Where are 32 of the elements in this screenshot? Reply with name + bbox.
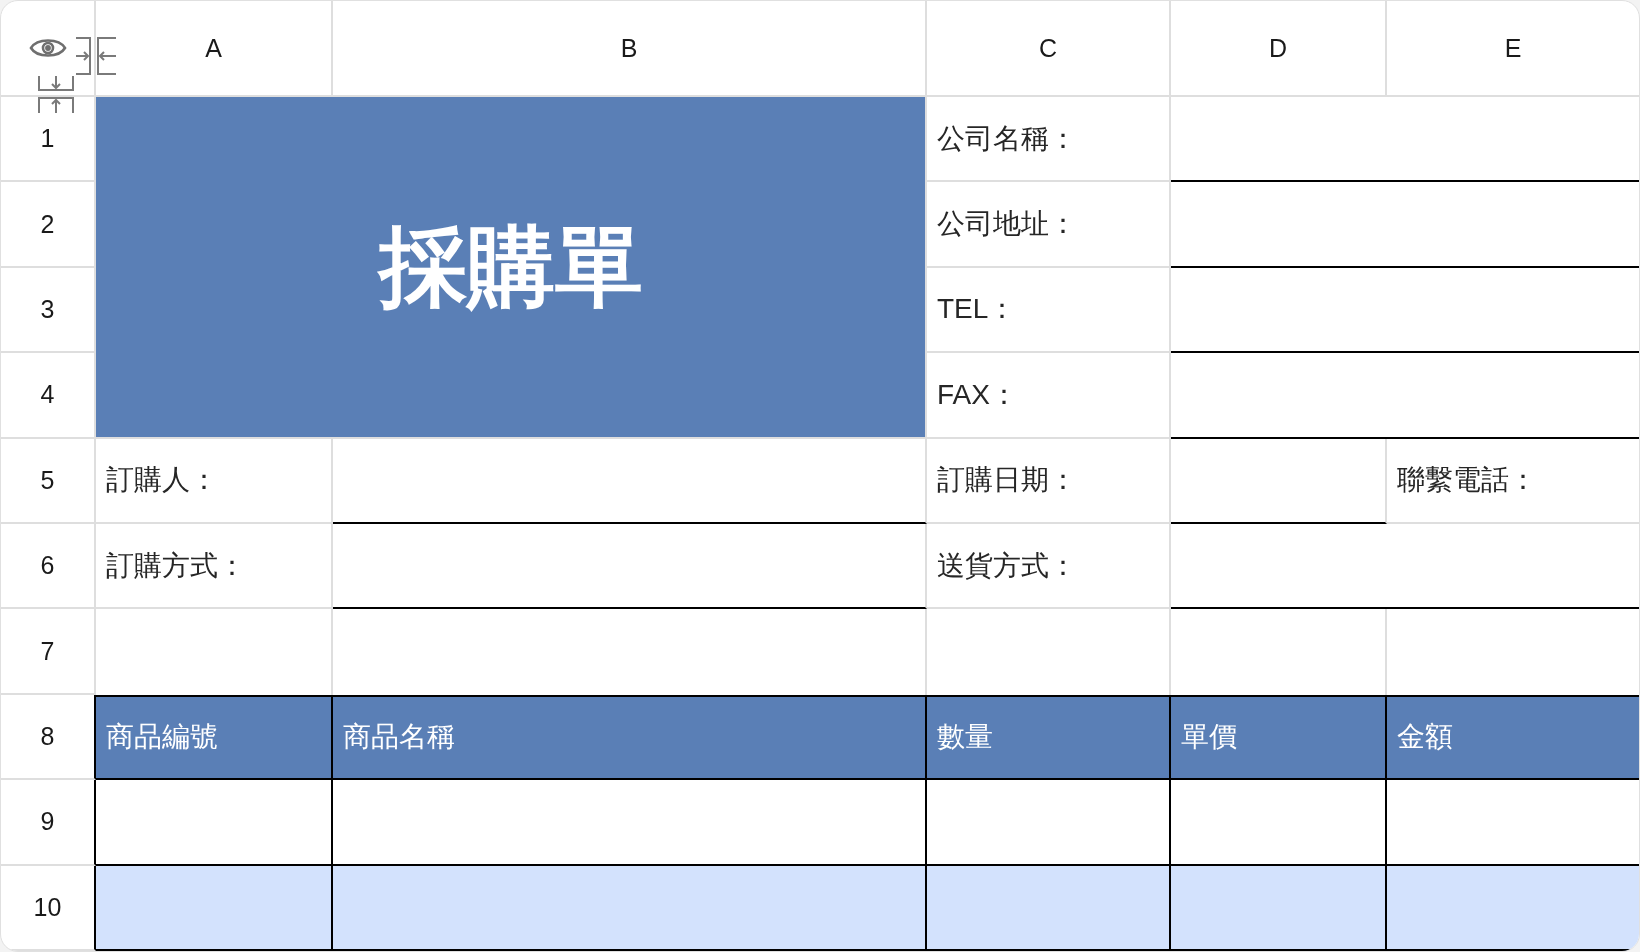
table-header-cell: 數量	[927, 694, 1171, 781]
field-label: 聯繫電話：	[1397, 466, 1537, 495]
field-label: FAX：	[937, 380, 1018, 409]
title-banner: 採購單	[96, 97, 927, 439]
row-header[interactable]: 4	[40, 382, 55, 408]
field-label: TEL：	[937, 295, 1017, 324]
field-label: 訂購方式：	[106, 551, 246, 580]
field-label: 訂購日期：	[937, 466, 1077, 495]
row-header[interactable]: 7	[40, 638, 55, 664]
column-header[interactable]: E	[1504, 35, 1522, 61]
row-header[interactable]: 6	[40, 553, 55, 579]
table-header-cell: 單價	[1171, 694, 1387, 781]
column-header[interactable]: B	[620, 35, 638, 61]
row-header[interactable]: 3	[40, 297, 55, 322]
vertical-collapse-icon[interactable]	[38, 76, 74, 113]
column-header[interactable]: D	[1268, 35, 1288, 61]
field-label: 公司地址：	[937, 210, 1077, 239]
row-header[interactable]: 10	[33, 894, 62, 920]
column-header[interactable]: C	[1038, 35, 1058, 61]
table-header-cell: 金額	[1387, 694, 1639, 781]
table-header-cell: 商品名稱	[333, 694, 927, 781]
row-header[interactable]: 2	[40, 211, 55, 237]
row-header[interactable]: 1	[40, 126, 55, 152]
table-header-cell: 商品編號	[96, 694, 333, 781]
row-header[interactable]: 9	[40, 809, 55, 835]
row-header[interactable]: 8	[40, 724, 55, 749]
horizontal-collapse-icon[interactable]	[76, 37, 116, 75]
row-header[interactable]: 5	[40, 467, 55, 493]
column-header[interactable]: A	[205, 35, 222, 61]
field-label: 訂購人：	[106, 466, 218, 495]
field-label: 公司名稱：	[937, 124, 1077, 153]
field-label: 送貨方式：	[937, 551, 1077, 580]
